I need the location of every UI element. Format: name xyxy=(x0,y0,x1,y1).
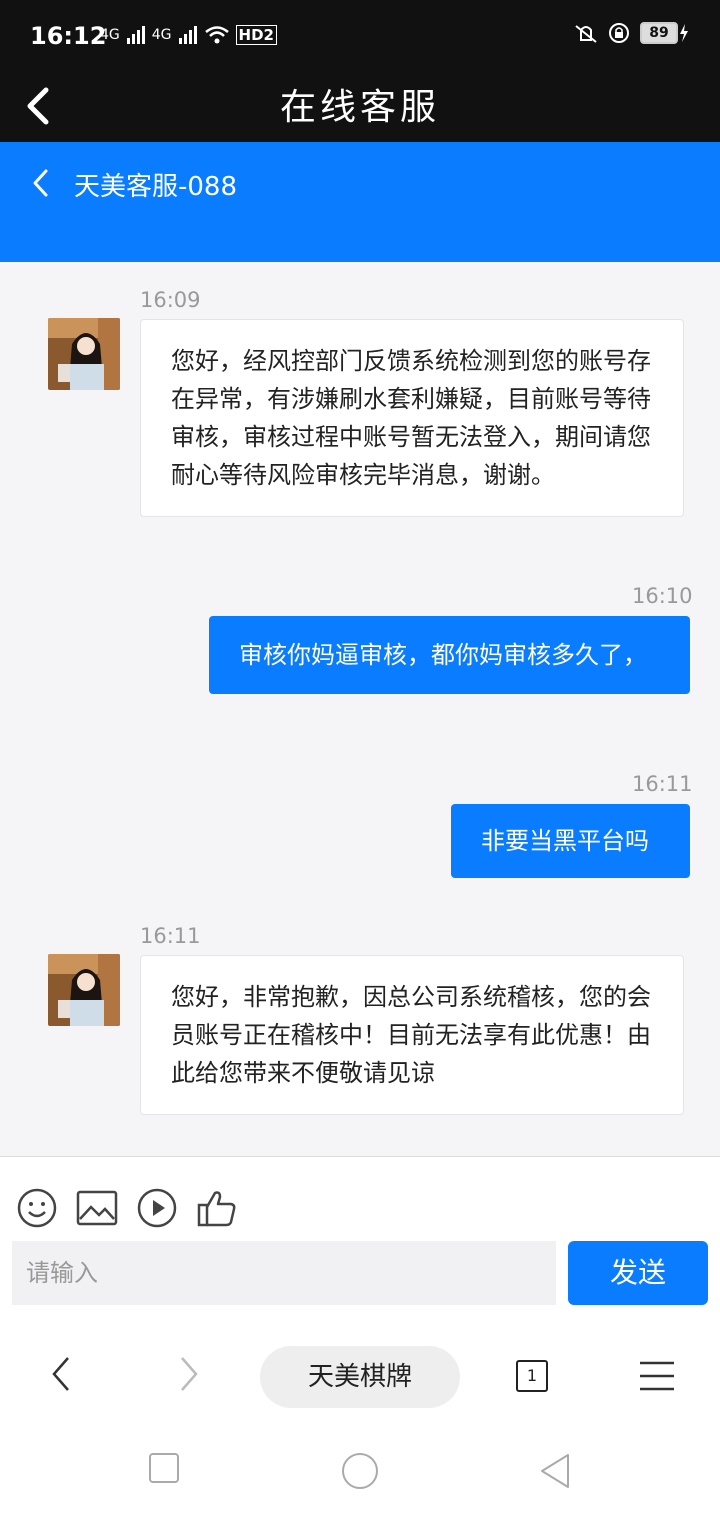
user-message: 非要当黑平台吗 xyxy=(451,804,690,878)
send-button[interactable]: 发送 xyxy=(568,1241,708,1305)
rotation-lock-icon xyxy=(609,23,629,43)
browser-toolbar: 天美棋牌 1 xyxy=(0,1320,720,1430)
video-icon[interactable] xyxy=(136,1187,178,1229)
chat-thread[interactable]: 16:09 您好，经风控部门反馈系统检测到您的账号存在异常，有涉嫌刷水套利嫌疑，… xyxy=(0,262,720,1156)
vibrate-icon xyxy=(575,25,597,43)
site-title-pill[interactable]: 天美棋牌 xyxy=(260,1346,460,1408)
signal-bars-icon xyxy=(126,26,145,44)
message-timestamp: 16:11 xyxy=(140,924,201,948)
user-message: 审核你妈逼审核，都你妈审核多久了， xyxy=(209,616,690,694)
thumbs-up-icon[interactable] xyxy=(196,1187,238,1229)
charging-icon xyxy=(680,24,688,42)
status-time: 16:12 xyxy=(30,22,107,50)
agent-avatar[interactable] xyxy=(48,318,120,390)
message-timestamp: 16:10 xyxy=(632,584,693,608)
hd-indicator: HD2 xyxy=(235,25,277,45)
browser-forward-icon[interactable] xyxy=(176,1354,200,1394)
emoji-icon[interactable] xyxy=(16,1187,58,1229)
agent-avatar[interactable] xyxy=(48,954,120,1026)
network-indicators: 4G 4G HD2 xyxy=(100,25,277,45)
agent-message: 您好，非常抱歉，因总公司系统稽核，您的会员账号正在稽核中！目前无法享有此优惠！由… xyxy=(140,955,684,1115)
image-icon[interactable] xyxy=(76,1187,118,1229)
tab-count-button[interactable]: 1 xyxy=(516,1360,548,1392)
system-back-icon[interactable] xyxy=(538,1452,572,1490)
chevron-left-icon[interactable] xyxy=(28,166,56,200)
agent-message: 您好，经风控部门反馈系统检测到您的账号存在异常，有涉嫌刷水套利嫌疑，目前账号等待… xyxy=(140,319,684,517)
home-icon[interactable] xyxy=(341,1452,379,1490)
signal-bars-icon xyxy=(178,26,197,44)
chat-header: 天美客服-088 xyxy=(0,142,720,262)
message-input[interactable] xyxy=(12,1241,556,1305)
agent-name: 天美客服-088 xyxy=(74,172,238,202)
battery-level: 89 xyxy=(640,22,678,44)
message-timestamp: 16:09 xyxy=(140,288,201,312)
system-navigation xyxy=(0,1430,720,1520)
signal-4g-1: 4G xyxy=(100,27,120,43)
signal-4g-2: 4G xyxy=(151,27,172,43)
message-timestamp: 16:11 xyxy=(632,772,693,796)
browser-back-icon[interactable] xyxy=(50,1354,74,1394)
wifi-icon xyxy=(204,26,229,44)
recents-icon[interactable] xyxy=(148,1452,180,1484)
menu-icon[interactable] xyxy=(640,1360,674,1392)
title-bar: 在线客服 xyxy=(0,72,720,142)
status-bar: 16:12 4G 4G HD2 89 xyxy=(0,0,720,72)
battery-indicator: 89 xyxy=(640,22,690,44)
system-indicators: 89 xyxy=(574,22,690,44)
page-title: 在线客服 xyxy=(279,87,440,128)
